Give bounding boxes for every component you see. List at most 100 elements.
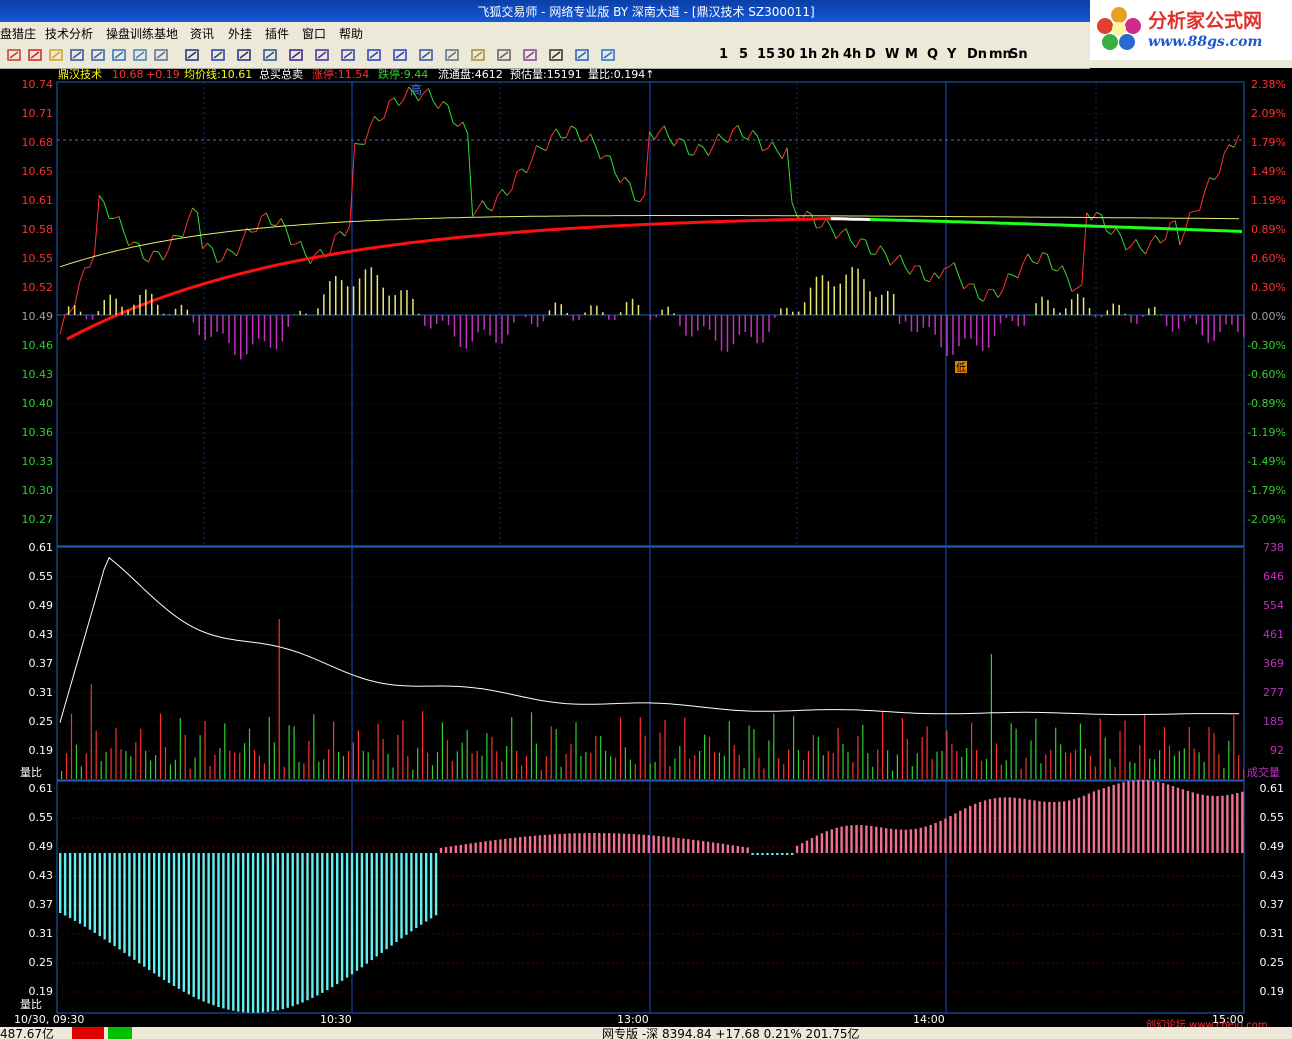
menu-item-0[interactable]: 盘猎庄 (0, 25, 36, 42)
volume-bar-73 (422, 711, 424, 779)
menu-item-3[interactable]: 资讯 (190, 25, 214, 42)
text-tool-icon[interactable] (236, 47, 252, 63)
period-D[interactable]: D (865, 47, 876, 62)
channel-tool-icon[interactable] (314, 47, 330, 63)
ellipse-tool-icon[interactable] (392, 47, 408, 63)
period-Y[interactable]: Y (947, 47, 956, 62)
price-segment-92 (506, 189, 513, 196)
toolbar-filler (1090, 60, 1292, 68)
bars-tool-icon[interactable] (262, 47, 278, 63)
period-Q[interactable]: Q (927, 47, 938, 62)
hand-icon[interactable] (6, 47, 22, 63)
volume-bar-62 (367, 752, 369, 779)
period-M[interactable]: M (905, 47, 918, 62)
period-1h[interactable]: 1h (799, 47, 817, 62)
menu-item-6[interactable]: 窗口 (302, 25, 326, 42)
price-segment-143 (757, 136, 763, 151)
ratio-bar-14 (128, 853, 131, 957)
menu-item-2[interactable]: 操盘训练基地 (106, 25, 178, 42)
ratio-bar-26 (187, 853, 190, 995)
volume-bar-200 (1050, 749, 1052, 779)
menu-item-5[interactable]: 插件 (265, 25, 289, 42)
period-Dn[interactable]: Dn (967, 47, 987, 62)
ratio-bar-232 (1206, 795, 1209, 853)
cursor-icon[interactable] (184, 47, 200, 63)
vol-left-title: 量比 (20, 766, 42, 779)
volume-bar-184 (971, 722, 973, 779)
volume-bar-109 (600, 736, 602, 779)
report-icon[interactable] (132, 47, 148, 63)
volume-bar-142 (763, 768, 765, 779)
grid-icon[interactable] (522, 47, 538, 63)
fan-tool-icon[interactable] (288, 47, 304, 63)
intraday-chart[interactable]: 10.74 10.71 10.68 10.65 10.61 10.58 10.55 10.52… (0, 68, 1292, 1027)
ratio-right-label-4: 0.37 (1260, 898, 1285, 911)
volume-bar-38 (248, 728, 251, 779)
price-segment-142 (752, 130, 758, 137)
menu-item-1[interactable]: 技术分析 (45, 25, 93, 42)
price-segment-125 (668, 137, 675, 147)
volume-bar-189 (995, 743, 997, 779)
lock-icon[interactable] (496, 47, 512, 63)
period-15[interactable]: 15 (757, 47, 775, 62)
price-segment-10 (103, 202, 110, 219)
period-Sn[interactable]: Sn (1009, 47, 1028, 62)
rect-tool-icon[interactable] (366, 47, 382, 63)
chart-window-icon[interactable] (111, 47, 127, 63)
buysell-bar-148 (940, 315, 942, 348)
window-icon[interactable] (90, 47, 106, 63)
volume-bar-28 (199, 735, 201, 779)
period-1[interactable]: 1 (719, 47, 728, 62)
buysell-bar-156 (987, 315, 990, 348)
buysell-bar-48 (346, 286, 349, 315)
volume-bar-32 (219, 748, 221, 779)
save-icon[interactable] (548, 47, 564, 63)
layout-icon[interactable] (69, 47, 85, 63)
buysell-bar-164 (1035, 303, 1037, 315)
menu-item-7[interactable]: 帮助 (339, 25, 363, 42)
font-tool-icon[interactable] (418, 47, 434, 63)
menu-item-4[interactable]: 外挂 (228, 25, 252, 42)
price-segment-21 (157, 251, 164, 261)
ratio-bar-220 (1147, 780, 1150, 853)
volume-bar-199 (1045, 754, 1047, 779)
buysell-bar-78 (524, 315, 527, 318)
price-axis-label-11: 10.40 (22, 397, 54, 410)
cross-tool-icon[interactable] (340, 47, 356, 63)
price-segment-219 (1130, 239, 1137, 247)
eraser-icon[interactable] (470, 47, 486, 63)
period-30[interactable]: 30 (777, 47, 795, 62)
price-segment-85 (472, 208, 478, 217)
price-header-6: 跌停:9.44 (378, 68, 428, 81)
buysell-bar-33 (257, 315, 260, 339)
buysell-bar-190 (1189, 315, 1192, 319)
period-5[interactable]: 5 (739, 47, 748, 62)
pencil-icon[interactable] (48, 47, 64, 63)
volume-bar-65 (382, 738, 384, 779)
volume-bar-40 (258, 755, 260, 779)
ratio-bar-62 (365, 853, 368, 964)
price-segment-40 (251, 230, 257, 233)
buysell-bar-184 (1154, 306, 1156, 315)
price-segment-63 (364, 127, 370, 145)
wave-icon[interactable] (600, 47, 616, 63)
ratio-bar-39 (251, 853, 255, 1013)
ratio-bar-173 (914, 828, 917, 853)
logo-url[interactable]: www.88gs.com (1148, 34, 1262, 50)
vol-right-title: 成交量 (1247, 765, 1280, 779)
period-4h[interactable]: 4h (843, 47, 861, 62)
buysell-bar-22 (192, 315, 195, 323)
copy-icon[interactable] (444, 47, 460, 63)
alarm-icon[interactable] (27, 47, 43, 63)
list-icon[interactable] (153, 47, 169, 63)
buysell-bar-73 (495, 315, 497, 343)
volume-bar-49 (303, 763, 305, 779)
period-2h[interactable]: 2h (821, 47, 839, 62)
price-segment-201 (1042, 252, 1048, 255)
line-tool-icon[interactable] (210, 47, 226, 63)
price-segment-8 (93, 195, 100, 255)
indicator-icon[interactable] (574, 47, 590, 63)
period-W[interactable]: W (885, 47, 899, 62)
ratio-bar-114 (622, 833, 626, 853)
status-green-block (108, 1027, 132, 1039)
